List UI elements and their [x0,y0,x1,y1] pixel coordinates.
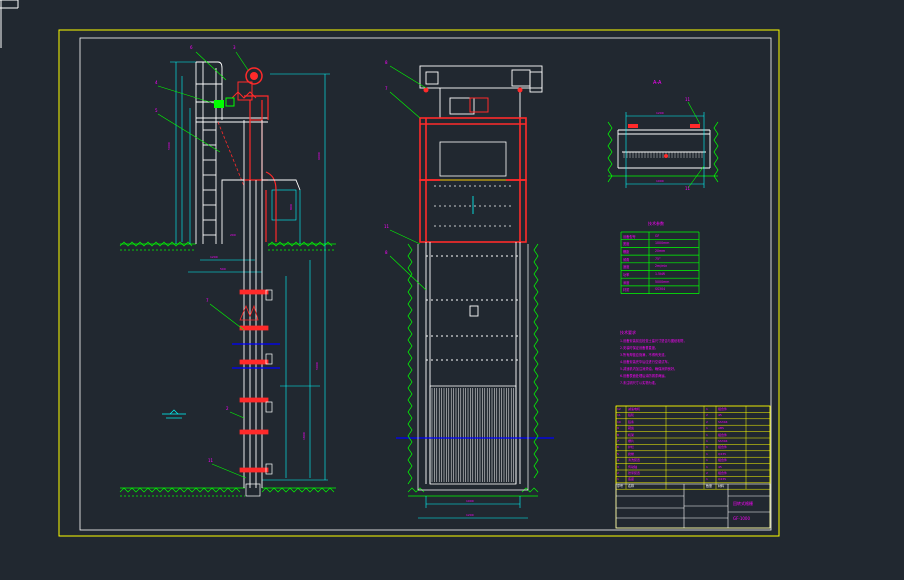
svg-text:500: 500 [220,267,226,271]
front-view: 1000 1200 [389,65,554,519]
section-aa-view: 1200 1000 [607,101,719,189]
svg-text:1200: 1200 [210,255,218,259]
svg-text:1000: 1000 [656,179,664,183]
cad-drawing-canvas: 5000 6000 5000 800 1800 1200 500 200 100… [0,0,780,537]
svg-text:1200: 1200 [656,111,664,115]
svg-text:200: 200 [230,233,236,237]
title-block [615,405,771,529]
viewport-corner-mark [0,0,19,9]
svg-text:5000: 5000 [167,142,171,150]
screen-bars [431,388,514,482]
parameter-table [620,231,700,294]
svg-text:1800: 1800 [302,432,306,440]
svg-text:1200: 1200 [466,513,474,517]
svg-text:1000: 1000 [466,499,474,503]
svg-text:6000: 6000 [317,152,321,160]
svg-text:800: 800 [289,204,293,210]
inner-frame [79,37,772,531]
side-view: 5000 6000 5000 800 1800 1200 500 200 [119,51,336,497]
svg-text:5000: 5000 [315,362,319,370]
